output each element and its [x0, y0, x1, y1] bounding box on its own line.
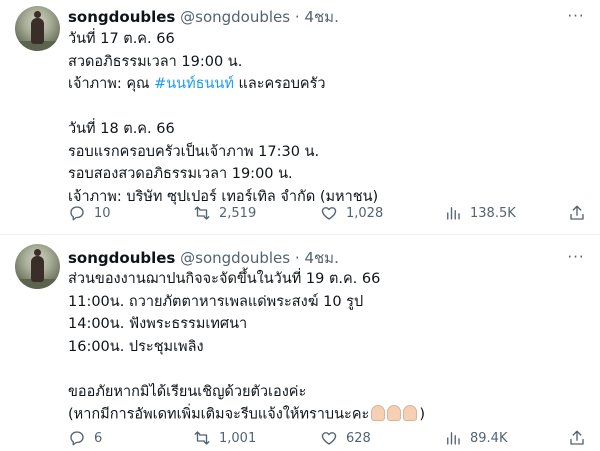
avatar[interactable] [15, 6, 60, 51]
closing-paren: ) [419, 406, 425, 423]
timestamp[interactable]: 4ชม. [304, 249, 338, 267]
retweet-icon [194, 431, 210, 445]
tweet-line-emoji: (หากมีการอัพเดทเพิ่มเติมจะรีบแจ้งให้ทราบ… [68, 403, 425, 426]
tweet-line-host: เจ้าภาพ: คุณ #นนท์ธนนท์ และครอบครัว [68, 73, 378, 96]
views-icon [447, 207, 460, 220]
tweet-text: ส่วนของงานฌาปนกิจจะจัดขึ้นในวันที่ 19 ต.… [68, 268, 425, 426]
tweet-line: รอบสองสวดอภิธรรมเวลา 19:00 น. [68, 166, 293, 182]
user-handle[interactable]: @songdoubles [180, 249, 290, 267]
tweet-actions: 6 1,001 628 89.4K [68, 428, 588, 448]
tweet-line: ส่วนของงานฌาปนกิจจะจัดขึ้นในวันที่ 19 ต.… [68, 271, 381, 287]
tweet-line: 16:00น. ประชุมเพลิง [68, 338, 204, 355]
views-button[interactable]: 138.5K [444, 203, 516, 223]
folded-hands-emoji [371, 403, 419, 426]
reply-button[interactable]: 10 [68, 203, 111, 223]
reply-count: 10 [94, 205, 111, 221]
views-button[interactable]: 89.4K [444, 428, 507, 448]
timestamp[interactable]: 4ชม. [304, 8, 338, 26]
hashtag-link[interactable]: #นนท์ธนนท์ [154, 76, 234, 92]
tweet-line: ขออภัยหากมิได้เรียนเชิญด้วยตัวเองค่ะ [68, 383, 307, 400]
tweet-line: วันที่ 18 ต.ค. 66 [68, 121, 175, 137]
tweet-header: songdoubles @songdoubles · 4ชม. [68, 6, 339, 28]
heart-icon [321, 207, 337, 220]
like-button[interactable]: 628 [320, 428, 371, 448]
retweet-count: 2,519 [219, 205, 257, 221]
separator-dot: · [294, 249, 300, 267]
tweet[interactable]: songdoubles @songdoubles · 4ชม. ··· วันท… [0, 0, 600, 234]
host-suffix: และครอบครัว [233, 76, 326, 92]
like-count: 1,028 [346, 205, 384, 221]
heart-icon [321, 432, 337, 445]
retweet-button[interactable]: 2,519 [193, 203, 256, 223]
display-name[interactable]: songdoubles [68, 249, 175, 267]
reply-count: 6 [94, 430, 103, 446]
tweet-actions: 10 2,519 1,028 138.5K [68, 203, 588, 223]
avatar-figure [31, 11, 44, 44]
share-button[interactable] [568, 203, 594, 223]
separator-dot: · [294, 8, 300, 26]
share-icon [570, 205, 584, 220]
avatar[interactable] [15, 244, 60, 289]
tweet-line-text: (หากมีการอัพเดทเพิ่มเติมจะรีบแจ้งให้ทราบ… [68, 406, 370, 423]
display-name[interactable]: songdoubles [68, 8, 175, 26]
tweet[interactable]: songdoubles @songdoubles · 4ชม. ··· ส่วน… [0, 234, 600, 451]
avatar-figure [31, 249, 44, 282]
views-count: 138.5K [470, 205, 516, 221]
user-handle[interactable]: @songdoubles [180, 8, 290, 26]
retweet-icon [194, 206, 210, 220]
share-button[interactable] [568, 428, 594, 448]
retweet-button[interactable]: 1,001 [193, 428, 256, 448]
tweet-header: songdoubles @songdoubles · 4ชม. [68, 247, 339, 269]
views-icon [447, 432, 460, 445]
more-options-icon[interactable]: ··· [564, 8, 588, 28]
share-icon [570, 430, 584, 445]
views-count: 89.4K [470, 430, 508, 446]
tweet-line: 14:00น. ฟังพระธรรมเทศนา [68, 316, 248, 332]
tweet-text: วันที่ 17 ต.ค. 66 สวดอภิธรรมเวลา 19:00 น… [68, 28, 378, 208]
reply-button[interactable]: 6 [68, 428, 102, 448]
host-prefix: เจ้าภาพ: คุณ [68, 76, 155, 92]
like-button[interactable]: 1,028 [320, 203, 383, 223]
reply-icon [70, 431, 84, 446]
tweet-line: วันที่ 17 ต.ค. 66 [68, 31, 175, 47]
retweet-count: 1,001 [219, 430, 257, 446]
like-count: 628 [346, 430, 371, 446]
more-options-icon[interactable]: ··· [564, 249, 588, 269]
tweet-line: รอบแรกครอบครัวเป็นเจ้าภาพ 17:30 น. [68, 143, 320, 160]
tweet-line: 11:00น. ถวายภัตตาหารเพลแด่พระสงฆ์ 10 รูป [68, 293, 364, 310]
tweet-line: สวดอภิธรรมเวลา 19:00 น. [68, 53, 243, 70]
reply-icon [70, 206, 84, 221]
